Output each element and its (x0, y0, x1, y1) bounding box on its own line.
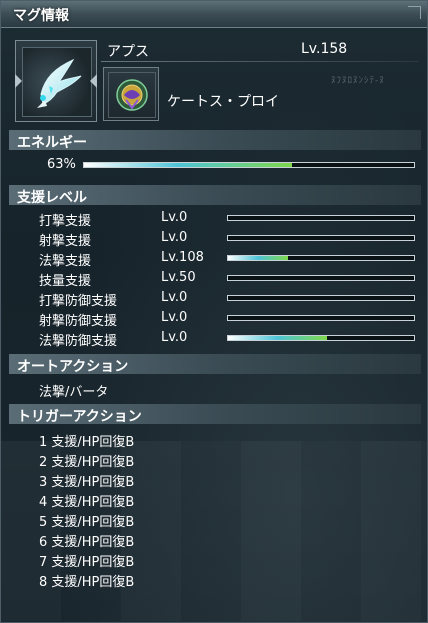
support-level: Lv.0 (161, 330, 188, 345)
support-progress-fill (228, 336, 327, 340)
support-label: 法撃支援 (39, 254, 92, 269)
auto-action-header: オートアクション (9, 354, 421, 375)
support-progress-bar (227, 315, 415, 321)
window-title: マグ情報 (13, 8, 69, 24)
energy-header-label: エネルギー (17, 135, 87, 151)
trigger-action-item: 8 支援/HP回復B (39, 575, 135, 590)
support-label: 射撃支援 (39, 234, 92, 249)
trigger-action-item: 6 支援/HP回復B (39, 535, 135, 550)
support-level: Lv.0 (161, 290, 188, 305)
support-level: Lv.108 (161, 250, 204, 265)
trigger-action-item: 3 支援/HP回復B (39, 475, 135, 490)
support-progress-bar (227, 335, 415, 341)
trigger-action-item: 4 支援/HP回復B (39, 495, 135, 510)
trigger-action-item: 7 支援/HP回復B (39, 555, 135, 570)
arrow-right-icon[interactable] (90, 74, 97, 88)
support-progress-bar (227, 255, 415, 261)
mag-info-window: マグ情報 アプス Lv.158 ケートス・プロイ ﾇﾌﾇﾛﾇﾝｼﾃ-ﾇ エネルギ… (0, 0, 428, 623)
energy-bar (83, 162, 415, 168)
divider (101, 61, 419, 62)
corner-ornament-icon (408, 6, 421, 19)
auto-action-header-label: オートアクション (17, 359, 129, 375)
support-level-header: 支援レベル (9, 185, 421, 206)
support-label: 法撃防御支援 (39, 334, 118, 349)
auto-action-value: 法撃/バータ (39, 385, 109, 400)
device-frame (108, 72, 156, 118)
support-level: Lv.50 (161, 270, 196, 285)
whale-device-icon (116, 79, 148, 111)
support-progress-bar (227, 215, 415, 221)
support-label: 打撃防御支援 (39, 294, 118, 309)
energy-percent: 63% (47, 157, 76, 172)
support-progress-fill (228, 256, 288, 260)
mag-name: アプス (107, 44, 149, 60)
mag-portrait (22, 47, 92, 117)
support-level: Lv.0 (161, 230, 188, 245)
trigger-action-item: 1 支援/HP回復B (39, 435, 135, 450)
title-bar: マグ情報 (1, 1, 427, 28)
trigger-action-item: 5 支援/HP回復B (39, 515, 135, 530)
mag-level: Lv.158 (301, 41, 348, 57)
support-label: 技量支援 (39, 274, 92, 289)
background-watermark: ﾇﾌﾇﾛﾇﾝｼﾃ-ﾇ (331, 76, 385, 86)
support-level-header-label: 支援レベル (17, 190, 87, 206)
support-progress-bar (227, 295, 415, 301)
support-progress-bar (227, 275, 415, 281)
support-progress-bar (227, 235, 415, 241)
trigger-action-header-label: トリガーアクション (17, 409, 142, 425)
mag-device-slot[interactable] (103, 67, 159, 121)
mag-creature-icon (37, 58, 82, 108)
support-label: 射撃防御支援 (39, 314, 118, 329)
energy-bar-fill (84, 163, 292, 167)
support-level: Lv.0 (161, 310, 188, 325)
energy-header: エネルギー (9, 130, 421, 151)
device-name: ケートス・プロイ (167, 94, 279, 110)
trigger-action-item: 2 支援/HP回復B (39, 455, 135, 470)
trigger-action-header: トリガーアクション (9, 404, 421, 425)
support-level: Lv.0 (161, 210, 188, 225)
arrow-left-icon[interactable] (15, 74, 22, 88)
mag-avatar[interactable] (15, 40, 97, 122)
support-label: 打撃支援 (39, 214, 92, 229)
